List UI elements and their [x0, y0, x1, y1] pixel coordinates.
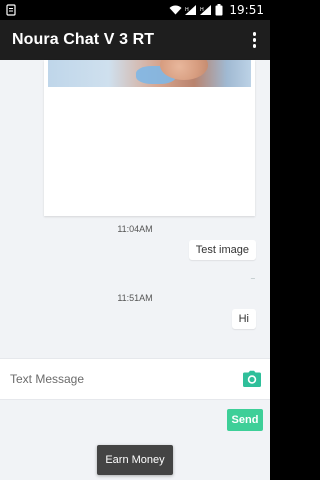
image-message[interactable]	[44, 60, 255, 216]
read-indicator: _​	[251, 272, 255, 279]
status-time: 19:51	[229, 3, 264, 17]
send-button[interactable]: Send	[227, 409, 263, 431]
app-title: Noura Chat V 3 RT	[12, 31, 155, 48]
camera-icon[interactable]	[242, 370, 262, 388]
message-bubble[interactable]: Test image	[188, 240, 256, 260]
message-composer	[0, 358, 270, 400]
message-input[interactable]	[10, 372, 210, 386]
signal-icon: H	[200, 5, 212, 15]
status-bar-left	[6, 4, 16, 16]
notification-icon	[6, 4, 16, 16]
battery-icon	[215, 4, 223, 16]
earn-money-button[interactable]: Earn Money	[97, 445, 173, 475]
message-timestamp: 11:51AM	[117, 293, 153, 303]
svg-text:H: H	[200, 7, 204, 13]
svg-text:H: H	[185, 7, 189, 13]
overflow-menu-icon[interactable]	[249, 28, 261, 52]
chat-messages[interactable]: 11:04AM Test image _​ 11:51AM Hi	[0, 60, 270, 354]
message-bubble[interactable]: Hi	[231, 309, 256, 329]
app-bar: Noura Chat V 3 RT	[0, 20, 270, 60]
status-bar: H H 19:51	[0, 0, 270, 20]
wifi-icon	[169, 5, 182, 15]
message-timestamp: 11:04AM	[117, 224, 153, 234]
signal-icon: H	[185, 5, 197, 15]
status-bar-right: H H 19:51	[169, 3, 264, 17]
screen: H H 19:51 Noura Chat V 3 RT 11:04AM Test…	[0, 0, 270, 480]
image-preview[interactable]	[48, 60, 251, 87]
